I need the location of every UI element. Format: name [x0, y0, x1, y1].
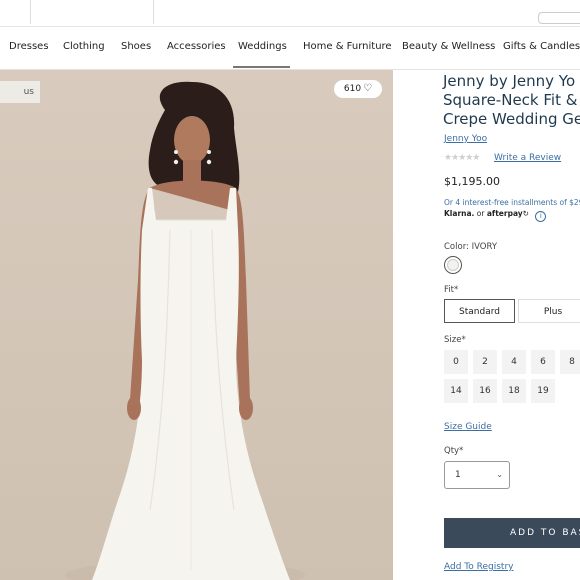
quantity-value: 1 — [455, 470, 461, 480]
size-guide-link[interactable]: Size Guide — [444, 422, 492, 432]
add-to-bag-label: ADD TO BAS — [510, 528, 580, 538]
product-details-panel — [393, 70, 580, 580]
model-in-dress-illustration — [65, 81, 305, 580]
add-to-registry-link[interactable]: Add To Registry — [444, 562, 513, 572]
size-label: Size* — [444, 335, 466, 345]
size-range-badge-label: us Sizes — [23, 87, 34, 97]
product-title-line: Square-Neck Fit & — [443, 91, 578, 109]
size-range-badge[interactable]: us Sizes — [0, 81, 40, 103]
write-review-link[interactable]: Write a Review — [494, 153, 561, 163]
size-option[interactable]: 4 — [502, 350, 526, 374]
product-title: Jenny by Jenny Yo Square-Neck Fit & Crep… — [443, 72, 580, 129]
top-utility-bar — [0, 0, 580, 27]
product-price: $1,195.00 — [444, 175, 500, 188]
brand-link[interactable]: Jenny Yoo — [444, 134, 487, 144]
size-option[interactable]: 18 — [502, 379, 526, 403]
nav-item-clothing[interactable]: Clothing — [63, 41, 105, 52]
nav-item-beauty-wellness[interactable]: Beauty & Wellness — [402, 41, 495, 52]
fit-option-plus[interactable]: Plus — [518, 299, 580, 323]
color-label: Color: IVORY — [444, 242, 498, 252]
payment-options-row: Klarna. or afterpay↻ i — [444, 209, 547, 222]
size-option[interactable]: 0 — [444, 350, 468, 374]
info-icon[interactable]: i — [535, 211, 547, 222]
nav-item-shoes[interactable]: Shoes — [121, 41, 151, 52]
heart-icon: ♡ — [363, 83, 373, 94]
size-option[interactable]: 6 — [531, 350, 555, 374]
afterpay-logo: afterpay — [486, 209, 523, 218]
favorite-count: 610 — [343, 84, 362, 94]
klarna-logo: Klarna. — [444, 209, 475, 218]
nav-item-home-furniture[interactable]: Home & Furniture — [303, 41, 392, 52]
product-image[interactable] — [0, 70, 393, 580]
size-option[interactable]: 8 — [560, 350, 580, 374]
afterpay-arrow-icon: ↻ — [522, 209, 529, 218]
size-option[interactable]: 2 — [473, 350, 497, 374]
size-option[interactable]: 19 — [531, 379, 555, 403]
fit-option-standard[interactable]: Standard — [444, 299, 515, 323]
qty-label: Qty* — [444, 446, 464, 456]
favorite-button[interactable]: 610 ♡ — [334, 80, 382, 98]
product-title-line: Jenny by Jenny Yo — [443, 72, 576, 90]
add-to-bag-button[interactable]: ADD TO BAS — [444, 518, 580, 548]
nav-item-gifts-candles[interactable]: Gifts & Candles — [503, 41, 580, 52]
utility-box — [30, 0, 154, 24]
product-title-line: Crepe Wedding Ge — [443, 110, 580, 128]
installments-text: Or 4 interest-free installments of $29 — [444, 198, 580, 207]
color-swatch-ivory[interactable] — [444, 256, 462, 274]
fit-label: Fit* — [444, 285, 459, 295]
utility-control[interactable] — [538, 12, 580, 24]
nav-item-weddings[interactable]: Weddings — [238, 41, 287, 52]
payment-or: or — [476, 209, 485, 218]
nav-item-dresses[interactable]: Dresses — [9, 41, 49, 52]
size-option[interactable]: 14 — [444, 379, 468, 403]
nav-item-accessories[interactable]: Accessories — [167, 41, 226, 52]
rating-stars: ★★★★★ — [444, 153, 480, 163]
main-nav: Dresses Clothing Shoes Accessories Weddi… — [0, 27, 580, 70]
size-option[interactable]: 16 — [473, 379, 497, 403]
quantity-select[interactable]: 1 ⌄ — [444, 461, 510, 489]
nav-active-underline — [233, 66, 290, 68]
chevron-down-icon: ⌄ — [496, 470, 503, 479]
